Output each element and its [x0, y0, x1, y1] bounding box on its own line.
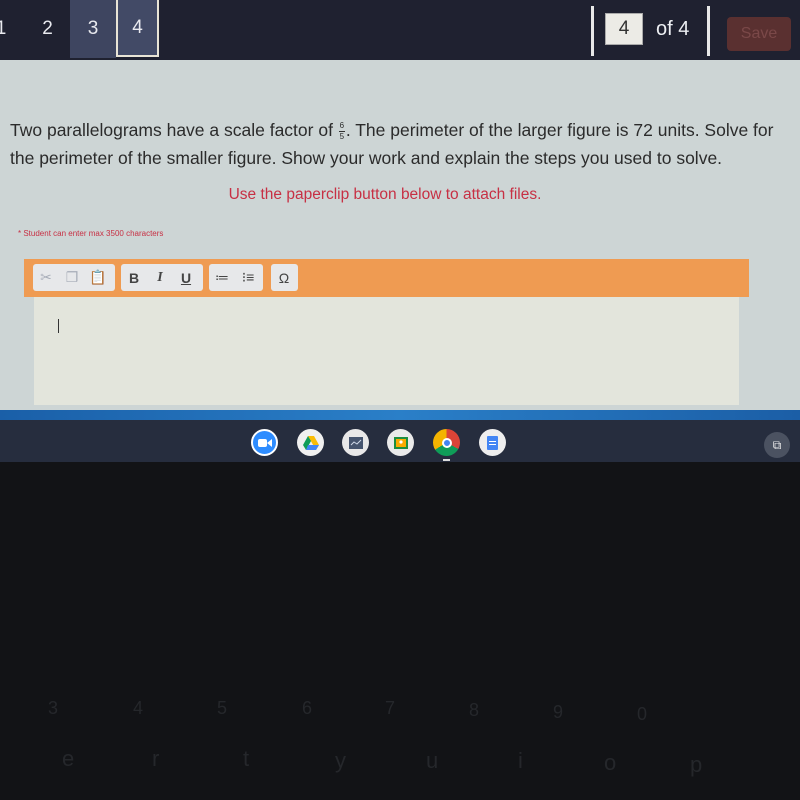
key-label: 4 [133, 698, 144, 718]
question-text-start: Two parallelograms have a scale factor o… [10, 120, 338, 140]
zoom-app-icon[interactable] [251, 429, 278, 456]
format-group: B I U [121, 264, 203, 291]
question-panel: Two parallelograms have a scale factor o… [0, 60, 800, 416]
key-label: o [604, 750, 617, 775]
fraction-denominator: 5 [339, 131, 345, 141]
save-button[interactable]: Save [727, 17, 791, 51]
key-label: y [335, 748, 346, 773]
fraction-numerator: 6 [339, 120, 345, 130]
scale-factor-fraction: 65 [338, 120, 345, 141]
question-text: Two parallelograms have a scale factor o… [10, 116, 785, 172]
special-character-icon[interactable]: Ω [271, 264, 297, 291]
bulleted-list-icon[interactable]: ⁝≡ [235, 264, 261, 291]
key-label: p [690, 752, 703, 777]
key-label: r [152, 746, 160, 771]
chrome-center [441, 437, 452, 448]
key-label: 9 [553, 702, 564, 722]
question-tab-4[interactable]: 4 [116, 0, 159, 57]
rich-text-editor: ✂ ❐ 📋 B I U ≔ ⁝≡ Ω [24, 259, 749, 409]
google-drive-icon[interactable] [297, 429, 324, 456]
app-icon[interactable] [342, 429, 369, 456]
pager-divider [707, 6, 710, 56]
bold-icon[interactable]: B [121, 264, 147, 291]
char-limit-note: * Student can enter max 3500 characters [18, 229, 164, 238]
page-number-input[interactable]: 4 [605, 13, 643, 45]
italic-icon[interactable]: I [147, 264, 173, 291]
page-total-label: of 4 [656, 18, 690, 40]
key-label: 7 [385, 698, 396, 718]
key-label: 0 [637, 704, 648, 724]
question-nav-bar: 1 2 3 4 4 of 4 Save [0, 0, 800, 60]
key-label: u [426, 748, 439, 773]
paste-icon[interactable]: 📋 [85, 264, 111, 291]
copy-icon[interactable]: ❐ [59, 264, 85, 291]
chrome-icon[interactable] [433, 429, 460, 456]
text-caret [58, 319, 59, 333]
chrome-running-indicator [443, 459, 450, 461]
laptop-keyboard-reflection: 3 4 5 6 7 8 9 0 e r t y u i o p [0, 462, 800, 800]
key-label: 6 [302, 698, 313, 718]
key-label: e [62, 746, 75, 771]
attach-instruction: Use the paperclip button below to attach… [228, 186, 542, 203]
list-group: ≔ ⁝≡ [209, 264, 263, 291]
google-docs-icon[interactable] [479, 429, 506, 456]
overview-tray-icon[interactable]: ⧉ [764, 432, 790, 458]
numbered-list-icon[interactable]: ≔ [209, 264, 235, 291]
answer-textarea[interactable] [34, 297, 739, 405]
key-label: 5 [217, 698, 228, 718]
clipboard-group: ✂ ❐ 📋 [33, 264, 115, 291]
key-label: 3 [48, 698, 59, 718]
editor-toolbar: ✂ ❐ 📋 B I U ≔ ⁝≡ Ω [24, 259, 749, 297]
question-tab-1[interactable]: 1 [0, 0, 16, 58]
key-label: 8 [469, 700, 480, 720]
cut-icon[interactable]: ✂ [33, 264, 59, 291]
underline-icon[interactable]: U [173, 264, 199, 291]
key-label: i [518, 748, 523, 773]
google-classroom-icon[interactable] [387, 429, 414, 456]
question-tab-3[interactable]: 3 [70, 0, 116, 58]
question-tab-2[interactable]: 2 [25, 0, 70, 58]
pager-divider [591, 6, 594, 56]
special-group: Ω [271, 264, 298, 291]
key-label: t [243, 746, 250, 771]
